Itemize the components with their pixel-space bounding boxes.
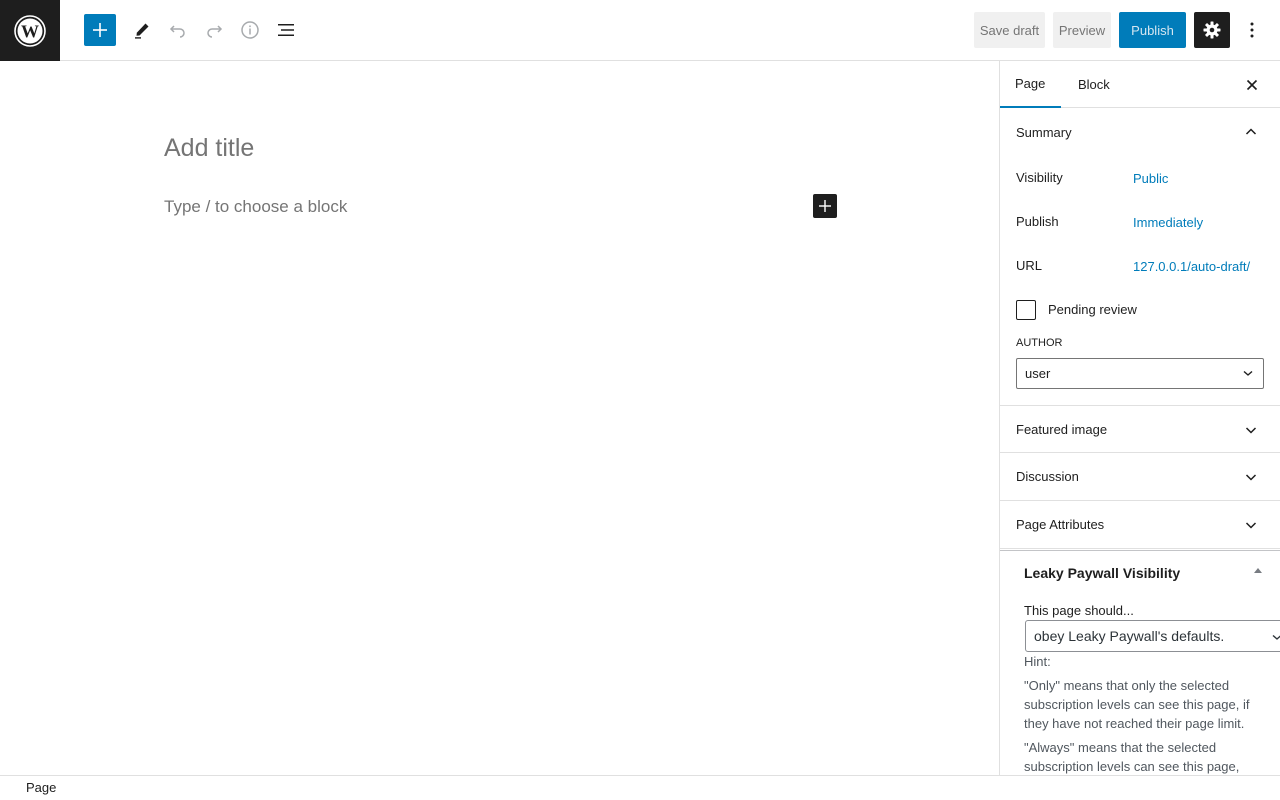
summary-panel-toggle[interactable]: Summary bbox=[1000, 108, 1280, 156]
breadcrumb-page[interactable]: Page bbox=[26, 780, 56, 795]
chevron-down-icon bbox=[1243, 370, 1253, 376]
settings-sidebar: Page Block Summary Visibility Public Pub… bbox=[999, 61, 1280, 775]
discussion-panel-title: Discussion bbox=[1016, 469, 1079, 484]
tab-block[interactable]: Block bbox=[1078, 61, 1110, 108]
leaky-paywall-metabox-title[interactable]: Leaky Paywall Visibility bbox=[1024, 565, 1180, 581]
post-title-input[interactable]: Add title bbox=[164, 134, 254, 163]
page-attributes-panel-title: Page Attributes bbox=[1016, 517, 1105, 532]
block-breadcrumb-bar: Page bbox=[0, 775, 1280, 800]
chevron-down-icon bbox=[1272, 634, 1280, 640]
publish-button[interactable]: Publish bbox=[1119, 12, 1186, 48]
leaky-visibility-select[interactable]: obey Leaky Paywall's defaults. bbox=[1025, 620, 1280, 652]
close-sidebar-button[interactable] bbox=[1240, 73, 1264, 97]
wordpress-icon: W bbox=[14, 14, 46, 47]
author-select[interactable]: user bbox=[1016, 358, 1264, 389]
publish-date-label: Publish bbox=[1016, 214, 1059, 229]
list-view-icon bbox=[278, 24, 294, 36]
hint-label: Hint: bbox=[1024, 654, 1051, 669]
sidebar-tabs: Page Block bbox=[1000, 61, 1280, 108]
options-button[interactable] bbox=[1240, 14, 1264, 46]
visibility-toggle[interactable]: Public bbox=[1133, 171, 1168, 186]
summary-panel-title: Summary bbox=[1016, 124, 1072, 140]
hint-only-text: "Only" means that only the selected subs… bbox=[1024, 678, 1250, 731]
chevron-down-icon bbox=[1245, 427, 1257, 434]
author-select-value: user bbox=[1025, 366, 1051, 381]
gear-icon bbox=[1203, 21, 1221, 39]
details-button[interactable] bbox=[234, 14, 266, 46]
chevron-down-icon bbox=[1245, 522, 1257, 529]
tools-button[interactable] bbox=[126, 14, 158, 46]
redo-button[interactable] bbox=[198, 14, 230, 46]
undo-button[interactable] bbox=[162, 14, 194, 46]
close-icon bbox=[1246, 79, 1258, 91]
pending-review-label[interactable]: Pending review bbox=[1048, 302, 1137, 317]
tab-page[interactable]: Page bbox=[1000, 61, 1061, 108]
discussion-panel-toggle[interactable]: Discussion bbox=[1000, 453, 1280, 501]
page-should-label: This page should... bbox=[1024, 603, 1134, 618]
info-icon bbox=[241, 21, 259, 39]
chevron-up-icon bbox=[1245, 128, 1257, 135]
list-view-button[interactable] bbox=[270, 14, 302, 46]
featured-image-panel-title: Featured image bbox=[1016, 421, 1108, 437]
plus-icon bbox=[819, 200, 831, 212]
leaky-visibility-select-value: obey Leaky Paywall's defaults. bbox=[1034, 628, 1225, 644]
preview-button[interactable]: Preview bbox=[1053, 12, 1111, 48]
wordpress-logo-button[interactable]: W bbox=[0, 0, 60, 61]
page-attributes-panel-toggle[interactable]: Page Attributes bbox=[1000, 501, 1280, 549]
metabox-divider bbox=[1000, 550, 1280, 551]
url-label: URL bbox=[1016, 258, 1043, 273]
visibility-label: Visibility bbox=[1016, 170, 1063, 185]
settings-button[interactable] bbox=[1194, 12, 1230, 48]
undo-icon bbox=[169, 25, 185, 38]
inline-add-block-button[interactable] bbox=[813, 194, 837, 218]
url-toggle[interactable]: 127.0.0.1/auto-draft/ bbox=[1133, 259, 1250, 274]
collapse-triangle-icon[interactable] bbox=[1254, 568, 1262, 573]
default-block-appender[interactable]: Type / to choose a block bbox=[164, 197, 347, 217]
hint-always-text: "Always" means that the selected subscri… bbox=[1024, 740, 1240, 774]
publish-date-toggle[interactable]: Immediately bbox=[1133, 215, 1203, 230]
featured-image-panel-toggle[interactable]: Featured image bbox=[1000, 405, 1280, 453]
author-label: AUTHOR bbox=[1016, 337, 1063, 349]
save-draft-button[interactable]: Save draft bbox=[974, 12, 1045, 48]
pencil-icon bbox=[135, 23, 149, 39]
editor-header: W Save draft Preview Publish bbox=[0, 0, 1280, 61]
more-vertical-icon bbox=[1250, 22, 1254, 38]
chevron-down-icon bbox=[1245, 474, 1257, 481]
pending-review-checkbox[interactable] bbox=[1016, 300, 1036, 320]
plus-icon bbox=[93, 23, 107, 37]
svg-text:W: W bbox=[21, 21, 39, 41]
redo-icon bbox=[207, 25, 223, 38]
add-block-button[interactable] bbox=[84, 14, 116, 46]
